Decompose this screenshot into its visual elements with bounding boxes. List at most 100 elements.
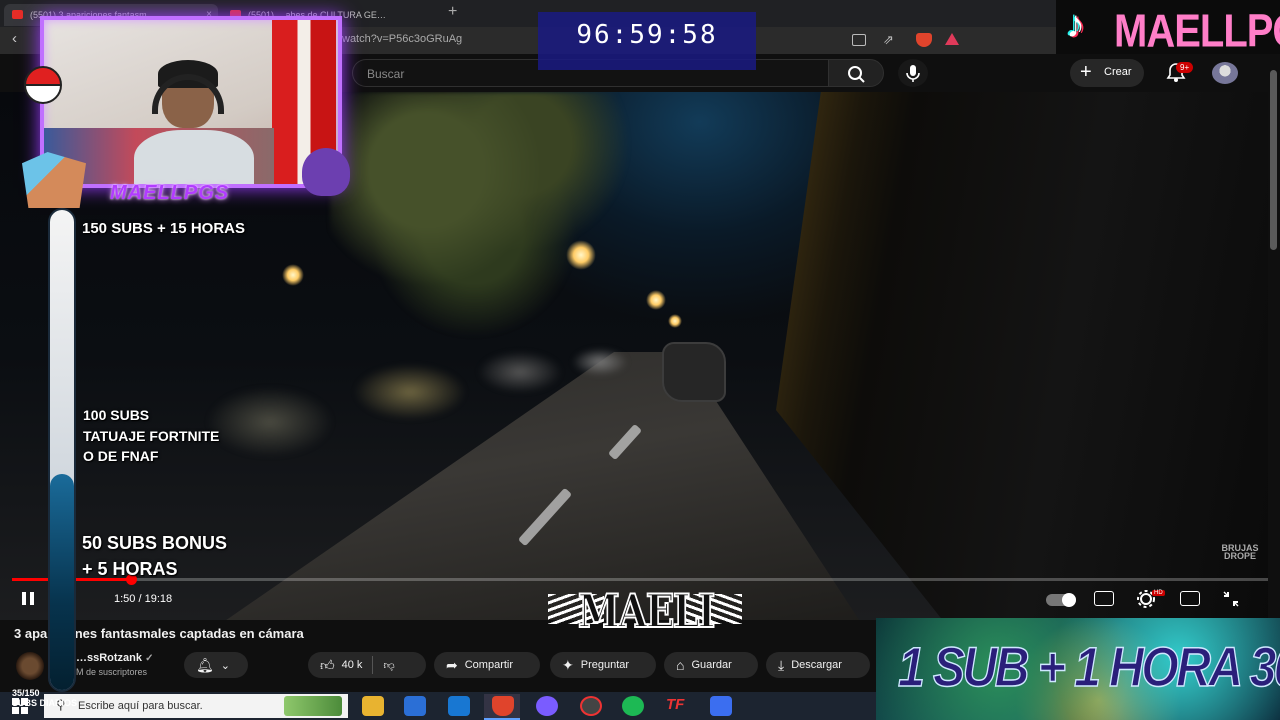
subathon-timer: 96:59:58 [538,12,756,70]
youtube-favicon-icon [12,10,23,19]
share-label: Compartir [464,659,514,671]
tiktok-handle-overlay: ♪ MAELLPGS [1056,0,1280,57]
dislike-button[interactable]: 👎︎ [383,659,394,672]
divider [372,656,374,674]
share-page-icon[interactable]: ⇗ [883,32,894,48]
taskbar-search-placeholder: Escribe aquí para buscar. [78,700,203,712]
toggle-knob [1062,593,1076,607]
search-icon [848,66,865,83]
windows-logo-pane [21,707,28,714]
bell-icon: 🔔︎ [196,656,214,673]
goal-label: 150 SUBS + 15 HORAS [82,220,245,237]
street-light [282,264,304,286]
goal-label: TATUAJE FORTNITE [83,428,220,444]
side-mirror [662,342,726,402]
webcam-logo-text: MAELLPGS [110,182,230,204]
download-button[interactable]: ⤓ Descargar [766,652,870,678]
plus-icon: + [1080,61,1092,83]
maeli-logo-text: MAELI [577,583,716,639]
video-watermark: BRUJAS DROPE [1212,543,1268,561]
streamer [134,60,254,184]
url-field[interactable]: watch?v=P56c3oGRuAg [342,33,462,45]
voice-search-button[interactable] [898,59,928,87]
sub-reward-text: 1 SUB + 1 HORA 30 [897,634,1280,699]
screen: (5501) 3 apariciones fantasm… × (5501) …… [0,0,1280,720]
goal-label: 100 SUBS [83,407,150,423]
daily-subs-count: 35/150 [12,688,40,698]
webcam-overlay [40,16,342,188]
channel-avatar[interactable] [16,652,44,680]
theater-mode-icon[interactable] [1180,591,1200,606]
fullscreen-exit-icon[interactable] [1222,590,1240,608]
gengar-icon [302,148,350,196]
subscription-bell-button[interactable]: 🔔︎ ⌄ [184,652,248,678]
brave-rewards-icon[interactable] [945,33,959,45]
maeli-wings-logo: MAELI [548,582,742,648]
street-light [646,290,666,310]
back-arrow-icon[interactable]: ‹ [12,30,17,47]
save-label: Guardar [691,659,732,671]
pause-icon [22,592,26,605]
video-trees [330,92,650,352]
subtitles-icon[interactable] [1094,591,1114,606]
obs-studio-icon[interactable] [580,696,602,716]
brave-shield-icon[interactable] [916,33,932,47]
street-light [668,314,682,328]
goal-label: 50 SUBS BONUS [82,533,228,553]
like-button[interactable]: 👍︎ [320,657,335,674]
ask-button[interactable]: ✦ Preguntar [550,652,656,678]
create-label: Crear [1104,66,1132,78]
spotify-icon[interactable] [622,696,644,716]
goal-label: + 5 HORAS [82,559,178,579]
hd-badge: HD [1152,590,1165,596]
daily-subs-counter: 35/150 SUBS DIARIOS [12,688,77,708]
subgoal-progress-bar [48,208,76,692]
cast-icon[interactable] [852,34,866,46]
microsoft-store-icon[interactable] [404,696,426,716]
windows-logo-pane [12,707,19,714]
search-button[interactable] [828,59,884,87]
subscriber-count: M de suscriptores [76,667,148,677]
discord-icon[interactable] [536,696,558,716]
pause-button[interactable] [20,590,38,608]
watermark-text: BRUJAS DROPE [1221,543,1259,561]
tiktok-live-studio-icon[interactable]: TF [666,696,688,716]
verified-check-icon: ✓ [145,653,154,664]
taskbar-search-input[interactable]: ⚲ Escribe aquí para buscar. [44,694,348,718]
tiktok-logo-icon: ♪ [1066,4,1085,46]
like-count: 40 k [341,659,363,671]
tiktok-username: MAELLPGS [1114,6,1280,57]
microphone-icon [906,65,920,82]
like-dislike-group: 👍︎ 40 k 👎︎ [308,652,426,678]
sparkle-icon: ✦ [562,656,574,673]
user-avatar[interactable] [1212,62,1238,84]
save-button[interactable]: ⌂ Guardar [664,652,758,678]
pause-icon [30,592,34,605]
brave-browser-icon[interactable] [492,696,514,716]
street-light [566,240,596,270]
sub-reward-banner: 1 SUB + 1 HORA 30 [876,618,1280,720]
channel-name-text: …ssRotzank [76,652,143,664]
pokeball-icon [24,66,62,104]
create-button[interactable]: + Crear [1070,59,1144,87]
app-window-icon[interactable] [710,696,732,716]
notification-count-badge: 9+ [1176,62,1194,73]
daily-subs-label: SUBS DIARIOS [12,698,78,708]
autoplay-toggle[interactable] [1046,593,1076,607]
share-button[interactable]: ➦ Compartir [434,652,540,678]
mail-icon[interactable] [448,696,470,716]
share-arrow-icon: ➦ [446,656,458,673]
chevron-down-icon: ⌄ [220,659,230,672]
ask-label: Preguntar [580,659,630,671]
search-placeholder: Buscar [367,67,405,81]
file-explorer-icon[interactable] [362,696,384,716]
new-tab-button[interactable]: + [448,3,457,21]
download-label: Descargar [791,659,842,671]
streamer-shirt [134,130,254,184]
video-progress-bar[interactable] [12,574,1268,585]
video-timecode: 1:50 / 19:18 [114,593,173,605]
scrollbar-thumb[interactable] [1270,70,1277,250]
search-highlight-image [284,696,342,716]
channel-name[interactable]: …ssRotzank ✓ [76,652,153,664]
subgoal-progress-fill [50,474,74,690]
